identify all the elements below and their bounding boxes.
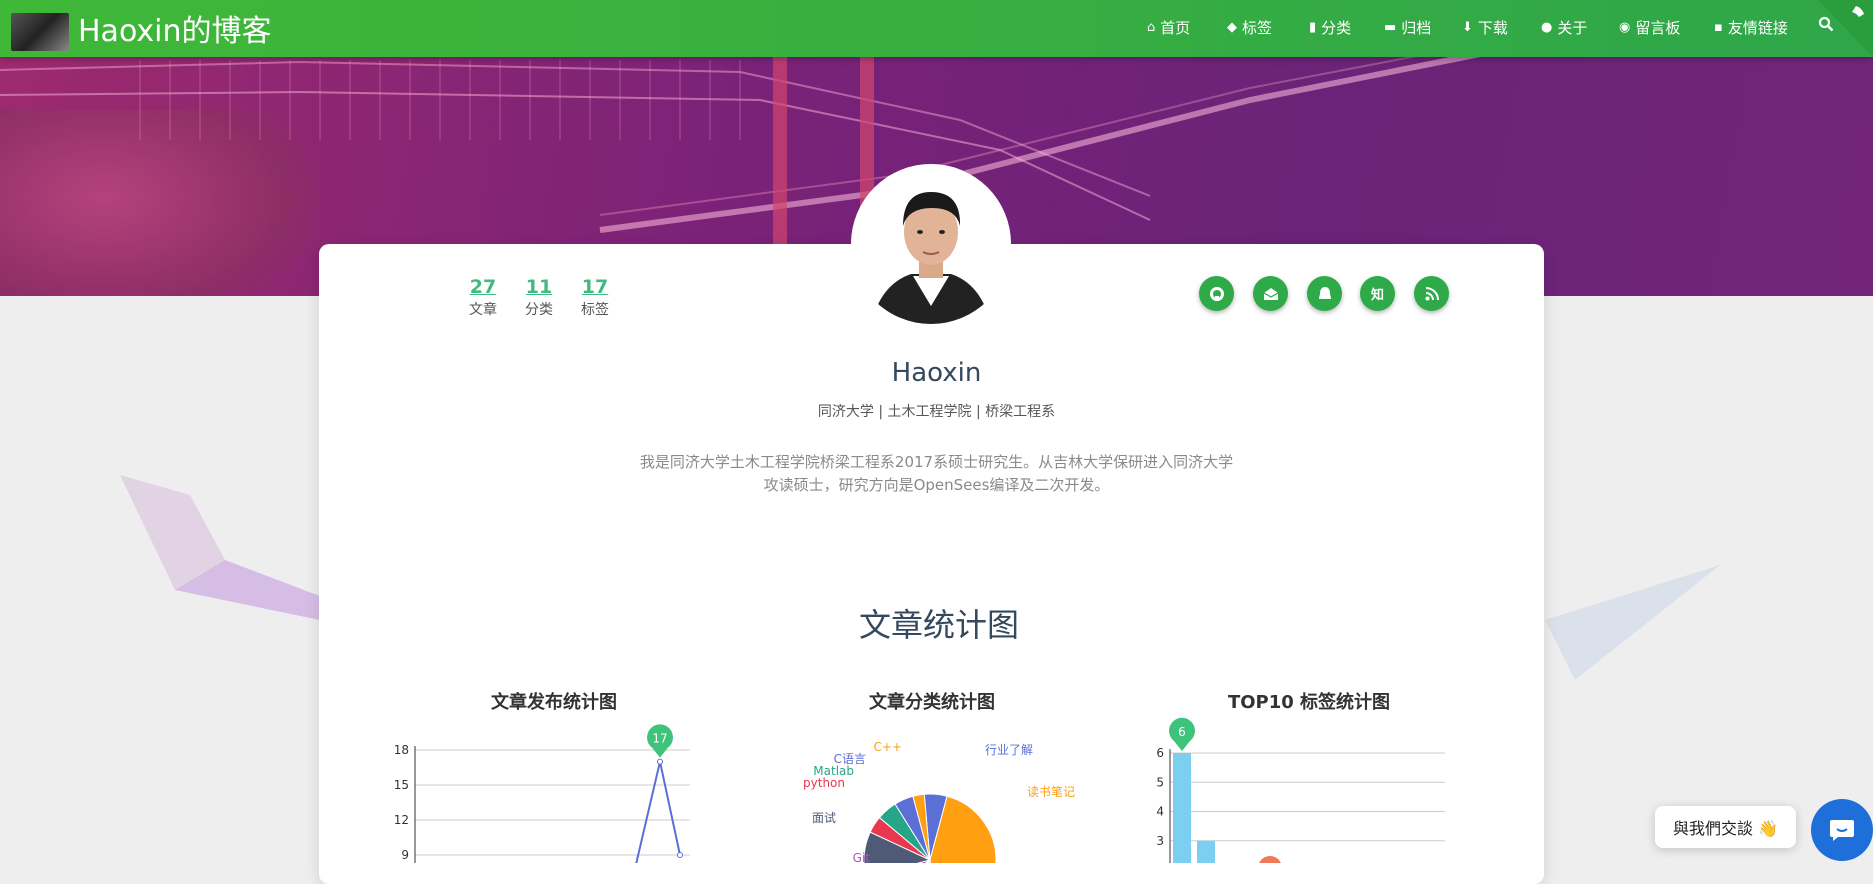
qq-icon [1318,286,1331,299]
user-circle-icon: ● [1541,20,1553,35]
stat-tags[interactable]: 17 标签 [576,275,614,321]
marker-label: 17 [652,732,667,746]
stat-categories[interactable]: 11 分类 [520,275,558,321]
nav-label: 首页 [1160,19,1191,37]
stat-value: 11 [525,276,553,298]
y-tick-label: 18 [394,743,409,757]
github-icon [1209,286,1224,301]
site-logo[interactable] [11,13,69,51]
bar [1197,840,1215,863]
home-icon: ⌂ [1147,20,1156,35]
zhihu-link[interactable]: 知 [1360,276,1395,311]
pie-label: python [803,776,845,790]
chat-button[interactable] [1811,799,1873,861]
pie-label: Matlab [813,764,854,778]
chart-title-category: 文章分类统计图 [869,692,995,713]
bar [1173,753,1191,863]
rss-link[interactable] [1414,276,1449,311]
nav-label: 友情链接 [1727,19,1788,37]
stat-label: 分类 [525,302,553,318]
stat-label: 文章 [469,302,497,318]
site-brand[interactable]: Haoxin的博客 [78,12,271,52]
nav-label: 标签 [1242,19,1273,37]
y-tick-label: 9 [401,848,409,862]
nav-archive[interactable]: ▬ 归档 [1384,16,1431,40]
chart-title-publish: 文章发布统计图 [491,692,617,713]
rss-icon [1425,286,1439,300]
y-tick-label: 6 [1156,746,1164,760]
nav-about[interactable]: ● 关于 [1541,16,1587,40]
publish-line-chart[interactable]: 6912151817 [380,715,700,863]
stat-value: 27 [469,276,497,298]
y-tick-label: 12 [394,813,409,827]
pie-label: Git [853,851,871,863]
description-line: 我是同济大学土木工程学院桥梁工程系2017系硕士研究生。从吉林大学保研进入同济大… [639,453,1234,471]
nav-label: 留言板 [1635,19,1681,37]
pie-label: C++ [874,740,903,754]
marker-label: 6 [1178,725,1186,739]
pie-label: 行业了解 [985,743,1033,757]
nav-label: 下载 [1477,19,1508,37]
top-tags-bar-chart[interactable]: 234566 [1150,710,1480,863]
download-icon: ⬇ [1462,20,1473,35]
min-marker [1259,856,1281,863]
nav-label: 关于 [1557,19,1588,37]
chat-prompt[interactable]: 與我們交談 👋 [1655,806,1796,848]
y-tick-label: 4 [1156,805,1164,819]
data-point [657,758,663,765]
pie-label: 面试 [812,810,836,825]
github-link[interactable] [1199,276,1234,311]
nav-guestbook[interactable]: ◉ 留言板 [1619,16,1680,40]
data-point [677,852,683,858]
stat-label: 标签 [581,302,609,318]
tag-icon: ◆ [1227,20,1237,35]
description-line: 攻读硕士，研究方向是OpenSees编译及二次开发。 [763,476,1110,494]
stat-articles[interactable]: 27 文章 [464,275,502,321]
email-icon [1263,287,1278,300]
stat-value: 17 [581,276,609,298]
y-tick-label: 15 [394,778,409,792]
series-line [635,761,681,863]
comments-icon: ◉ [1619,20,1631,35]
github-corner-icon[interactable] [1818,0,1873,57]
nav-download[interactable]: ⬇ 下载 [1462,16,1508,40]
nav-tags[interactable]: ◆ 标签 [1227,16,1272,40]
y-tick-label: 5 [1156,775,1164,789]
zhihu-icon: 知 [1370,288,1384,303]
nav-label: 分类 [1321,19,1352,37]
category-pie-chart[interactable]: 行业了解读书笔记面试 pythonMatlabC语言 C++ Git [790,720,1090,863]
pie-label: 读书笔记 [1027,784,1075,799]
address-book-icon: ▪ [1714,20,1723,35]
pie-label: C语言 [834,752,866,766]
bookmark-icon: ▮ [1309,20,1317,35]
chat-bubble-icon [1830,820,1854,841]
top-navbar: Haoxin的博客 ⌂ 首页 ◆ 标签 ▮ 分类 ▬ 归档 ⬇ 下载 ● 关于 ◉ 留言板 ▪… [0,0,1873,57]
archive-icon: ▬ [1384,20,1397,35]
qq-link[interactable] [1307,276,1342,311]
nav-friend-links[interactable]: ▪ 友情链接 [1714,16,1788,40]
nav-categories[interactable]: ▮ 分类 [1309,16,1351,40]
avatar[interactable] [851,164,1011,324]
nav-home[interactable]: ⌂ 首页 [1147,16,1190,40]
profile-affiliation: 同济大学 | 土木工程学院 | 桥梁工程系 [817,404,1056,420]
section-title: 文章统计图 [858,606,1019,644]
profile-name: Haoxin [891,358,982,388]
profile-description: 我是同济大学土木工程学院桥梁工程系2017系硕士研究生。从吉林大学保研进入同济大… [0,451,1873,497]
y-tick-label: 3 [1156,834,1164,848]
nav-label: 归档 [1401,19,1432,37]
email-link[interactable] [1253,276,1288,311]
